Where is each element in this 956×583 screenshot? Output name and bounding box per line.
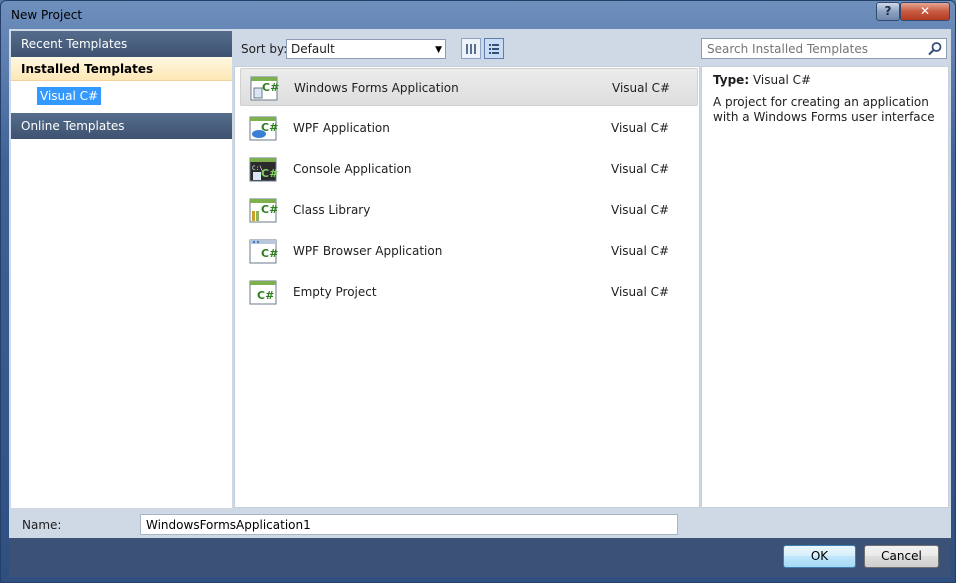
window-title: New Project bbox=[11, 8, 83, 22]
button-strip: OK Cancel bbox=[9, 538, 951, 577]
sort-by-dropdown[interactable]: Default ▼ bbox=[286, 39, 446, 59]
svg-text:C#: C# bbox=[257, 289, 274, 302]
medium-icons-view-button[interactable] bbox=[461, 38, 481, 59]
visual-csharp-label: Visual C# bbox=[37, 87, 102, 105]
name-label: Name: bbox=[22, 518, 62, 532]
new-project-window: New Project ? ✕ Recent Templates Install… bbox=[0, 0, 956, 583]
console-csharp-icon: C:\ C# bbox=[249, 157, 278, 182]
svg-text:C#: C# bbox=[261, 121, 278, 134]
close-icon: ✕ bbox=[919, 4, 931, 18]
ok-button[interactable]: OK bbox=[783, 545, 856, 568]
recent-templates-item[interactable]: Recent Templates bbox=[11, 31, 232, 57]
template-language: Visual C# bbox=[611, 285, 670, 299]
wpf-browser-csharp-icon: C# bbox=[249, 239, 278, 264]
template-language: Visual C# bbox=[611, 121, 670, 135]
template-description: A project for creating an application wi… bbox=[713, 95, 935, 124]
template-item-console[interactable]: C:\ C# Console Application Visual C# bbox=[240, 150, 698, 188]
template-name: Windows Forms Application bbox=[294, 81, 459, 95]
template-name: WPF Application bbox=[293, 121, 390, 135]
winforms-csharp-icon: C# bbox=[250, 76, 279, 101]
name-row: Name: bbox=[9, 510, 951, 538]
svg-text:C#: C# bbox=[261, 203, 278, 216]
cancel-button[interactable]: Cancel bbox=[864, 545, 939, 568]
template-language: Visual C# bbox=[612, 81, 671, 95]
details-view-icon bbox=[489, 43, 499, 54]
template-item-wpf[interactable]: C# WPF Application Visual C# bbox=[240, 109, 698, 147]
dialog-client: Recent Templates Installed Templates Vis… bbox=[9, 29, 951, 577]
dropdown-arrow-icon: ▼ bbox=[435, 45, 442, 55]
template-name: Console Application bbox=[293, 162, 412, 176]
template-name: Empty Project bbox=[293, 285, 377, 299]
visual-csharp-node[interactable]: Visual C# bbox=[11, 81, 232, 113]
close-button[interactable]: ✕ bbox=[900, 2, 950, 21]
class-library-csharp-icon: C# bbox=[249, 198, 278, 223]
template-item-windows-forms[interactable]: C# Windows Forms Application Visual C# bbox=[240, 68, 698, 106]
type-label: Type: bbox=[713, 73, 750, 87]
svg-text:C#: C# bbox=[261, 167, 278, 180]
search-box bbox=[701, 38, 947, 59]
template-categories-pane: Recent Templates Installed Templates Vis… bbox=[11, 31, 232, 508]
sort-toolbar: Sort by: Default ▼ bbox=[234, 31, 700, 64]
type-value: Visual C# bbox=[752, 73, 812, 87]
online-templates-item[interactable]: Online Templates bbox=[11, 113, 232, 139]
details-view-button[interactable] bbox=[484, 38, 504, 59]
template-name: Class Library bbox=[293, 203, 371, 217]
sort-by-value: Default bbox=[291, 42, 335, 56]
template-item-class-library[interactable]: C# Class Library Visual C# bbox=[240, 191, 698, 229]
medium-icons-view-icon bbox=[466, 43, 476, 54]
template-info-pane: Type: Visual C# A project for creating a… bbox=[701, 66, 949, 508]
svg-text:C#: C# bbox=[262, 81, 279, 94]
template-item-wpf-browser[interactable]: C# WPF Browser Application Visual C# bbox=[240, 232, 698, 270]
svg-text:C#: C# bbox=[261, 247, 278, 260]
empty-project-csharp-icon: C# bbox=[249, 280, 277, 305]
template-name: WPF Browser Application bbox=[293, 244, 443, 258]
template-language: Visual C# bbox=[611, 244, 670, 258]
installed-templates-item[interactable]: Installed Templates bbox=[11, 57, 232, 81]
project-name-input[interactable] bbox=[140, 514, 678, 535]
template-language: Visual C# bbox=[611, 162, 670, 176]
sort-by-label: Sort by: bbox=[241, 42, 288, 56]
search-input[interactable] bbox=[702, 39, 924, 58]
template-item-empty-project[interactable]: C# Empty Project Visual C# bbox=[240, 273, 698, 311]
help-button[interactable]: ? bbox=[876, 2, 900, 21]
template-list: C# Windows Forms Application Visual C# C… bbox=[234, 66, 700, 508]
template-language: Visual C# bbox=[611, 203, 670, 217]
search-icon[interactable] bbox=[927, 41, 943, 56]
wpf-csharp-icon: C# bbox=[249, 116, 278, 141]
template-type: Type: Visual C# bbox=[713, 73, 811, 87]
